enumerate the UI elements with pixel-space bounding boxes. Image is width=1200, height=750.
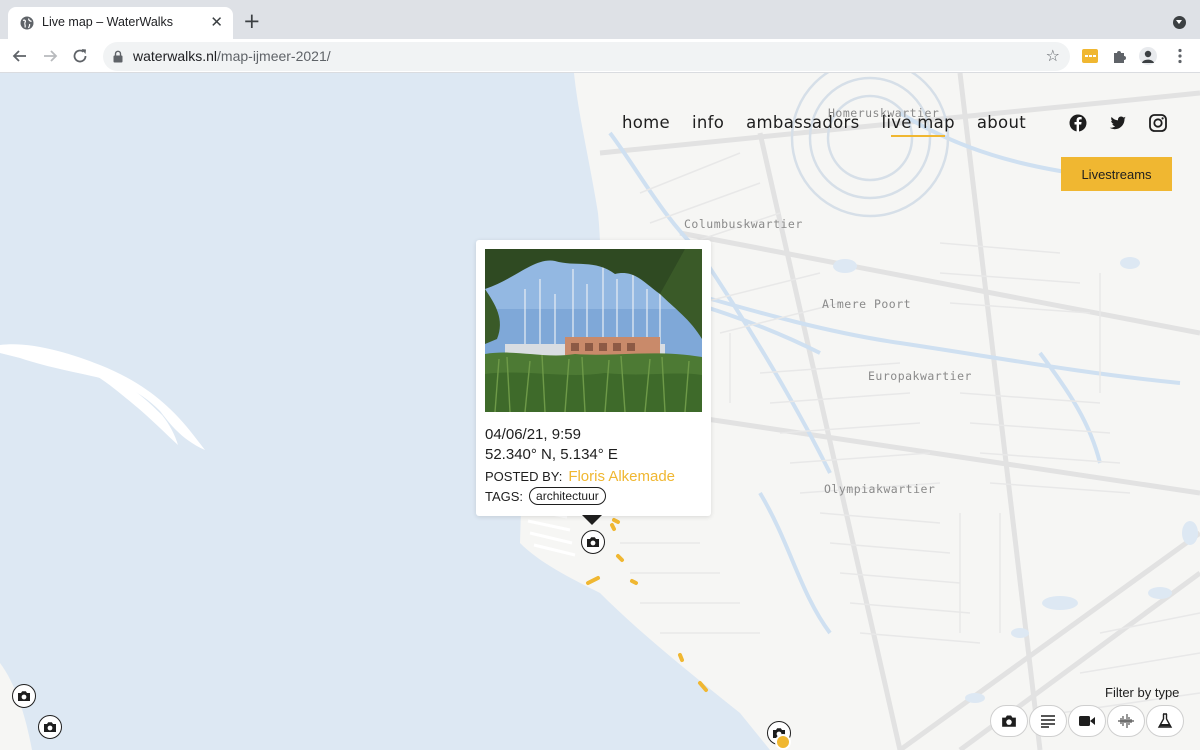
- reload-icon[interactable]: [70, 46, 90, 66]
- filter-audio-button[interactable]: [1107, 705, 1145, 737]
- bookmark-star-icon[interactable]: ☆: [1046, 47, 1060, 65]
- nav-info[interactable]: info: [692, 113, 724, 132]
- houseboat-photo-image: [485, 249, 702, 412]
- popup-pointer: [582, 515, 602, 525]
- livestreams-button[interactable]: Livestreams: [1061, 157, 1172, 191]
- live-map[interactable]: Homeruskwartier Columbuskwartier Almere …: [0, 73, 1200, 750]
- twitter-icon[interactable]: [1109, 114, 1127, 132]
- district-label: Olympiakwartier: [824, 482, 936, 496]
- text-icon: [1041, 715, 1055, 728]
- district-label: Columbuskwartier: [684, 217, 803, 231]
- camera-icon: [44, 722, 56, 732]
- instagram-icon[interactable]: [1149, 114, 1167, 132]
- science-icon: [1157, 713, 1173, 728]
- post-tags-row: TAGS: architectuur: [485, 487, 606, 506]
- close-tab-icon[interactable]: ✕: [210, 13, 223, 31]
- post-popup: 04/06/21, 9:59 52.340° N, 5.134° E POSTE…: [476, 240, 711, 525]
- camera-marker[interactable]: [581, 530, 605, 554]
- profile-avatar[interactable]: [1139, 47, 1157, 65]
- nav-ambassadors[interactable]: ambassadors: [746, 113, 859, 132]
- nav-live-map[interactable]: live map: [881, 113, 955, 137]
- tab-search-icon[interactable]: [1173, 16, 1186, 29]
- globe-icon: [20, 16, 34, 30]
- filter-video-button[interactable]: [1068, 705, 1106, 737]
- camera-marker[interactable]: [12, 684, 36, 708]
- extensions-puzzle-icon[interactable]: [1111, 47, 1129, 65]
- camera-icon: [1002, 715, 1016, 727]
- post-coordinates: 52.340° N, 5.134° E: [485, 446, 618, 463]
- nav-home[interactable]: home: [622, 113, 670, 132]
- tags-label: TAGS:: [485, 489, 524, 504]
- camera-icon: [18, 691, 30, 701]
- filter-label: Filter by type: [1105, 685, 1180, 700]
- browser-menu-icon[interactable]: [1171, 47, 1189, 65]
- facebook-icon[interactable]: [1069, 114, 1087, 132]
- camera-icon: [587, 537, 599, 547]
- video-icon: [1079, 716, 1095, 726]
- forward-icon[interactable]: [40, 46, 60, 66]
- district-label: Europakwartier: [868, 369, 972, 383]
- camera-marker[interactable]: [38, 715, 62, 739]
- current-location-dot: [775, 734, 791, 750]
- tab-strip: Live map – WaterWalks ✕ +: [0, 0, 1200, 39]
- audio-icon: [1118, 714, 1134, 728]
- nav-about[interactable]: about: [977, 113, 1026, 132]
- browser-toolbar: waterwalks.nl/map-ijmeer-2021/ ☆: [0, 39, 1200, 73]
- back-icon[interactable]: [10, 46, 30, 66]
- extension-icon[interactable]: [1081, 47, 1099, 65]
- post-author-row: POSTED BY: Floris Alkemade: [485, 468, 675, 485]
- tab-title: Live map – WaterWalks: [42, 15, 174, 29]
- posted-by-label: POSTED BY:: [485, 469, 563, 484]
- site-navigation: home info ambassadors live map about: [622, 113, 1026, 137]
- post-author-link[interactable]: Floris Alkemade: [568, 468, 675, 485]
- url-text: waterwalks.nl/map-ijmeer-2021/: [133, 48, 331, 64]
- tag-chip[interactable]: architectuur: [529, 487, 606, 505]
- district-label: Almere Poort: [822, 297, 912, 311]
- address-bar[interactable]: waterwalks.nl/map-ijmeer-2021/ ☆: [103, 42, 1070, 71]
- lock-icon: [113, 50, 123, 63]
- new-tab-icon[interactable]: +: [243, 9, 261, 33]
- post-datetime: 04/06/21, 9:59: [485, 426, 581, 443]
- post-photo[interactable]: [485, 249, 702, 412]
- filter-text-button[interactable]: [1029, 705, 1067, 737]
- filter-photo-button[interactable]: [990, 705, 1028, 737]
- filter-science-button[interactable]: [1146, 705, 1184, 737]
- browser-tab[interactable]: Live map – WaterWalks ✕: [8, 7, 233, 39]
